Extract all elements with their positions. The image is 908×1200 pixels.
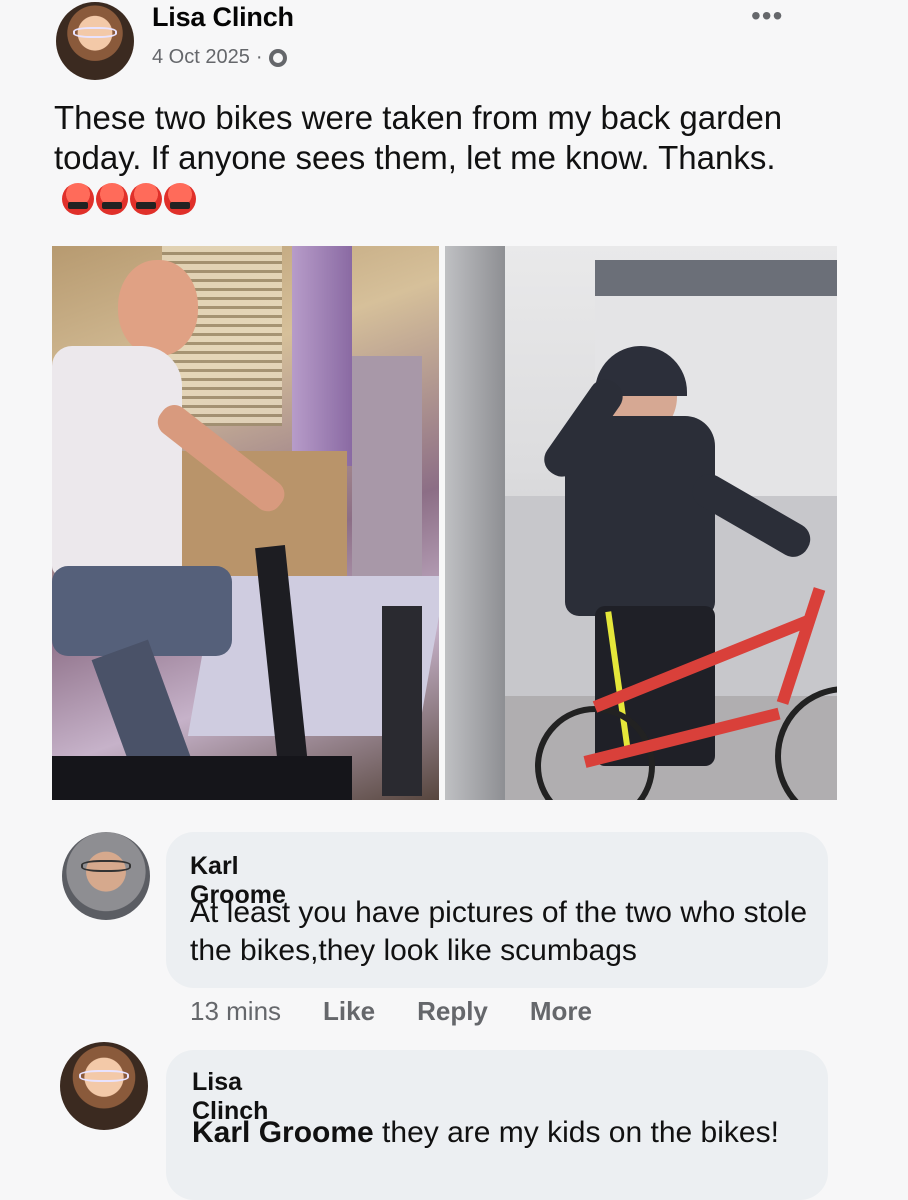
avatar-glasses — [73, 26, 117, 38]
commenter-avatar[interactable] — [62, 832, 150, 920]
house-roof — [595, 260, 837, 296]
post-text: These two bikes were taken from my back … — [54, 98, 874, 218]
more-horizontal-icon[interactable]: ••• — [751, 2, 783, 30]
photo-red-bike[interactable] — [445, 246, 837, 800]
comment-text: At least you have pictures of the two wh… — [190, 896, 808, 967]
author-avatar[interactable] — [56, 2, 134, 80]
exercise-bike-base — [52, 756, 352, 800]
post-body: These two bikes were taken from my back … — [54, 99, 783, 176]
post-date[interactable]: 4 Oct 2025 — [152, 46, 250, 69]
person-shirt — [52, 346, 182, 576]
shelf — [352, 356, 422, 606]
post-meta: 4 Oct 2025 · — [152, 46, 287, 69]
curtain — [292, 246, 352, 466]
reply-button[interactable]: Reply — [417, 996, 488, 1027]
reply-mention[interactable]: Karl Groome — [192, 1116, 374, 1149]
comment-time[interactable]: 13 mins — [190, 996, 281, 1027]
angry-face-icon — [130, 183, 162, 215]
photo-exercise-bike[interactable] — [52, 246, 439, 800]
emoji-row — [62, 183, 196, 215]
reply-avatar[interactable] — [60, 1042, 148, 1130]
reply-text: Karl Groome they are my kids on the bike… — [192, 1114, 802, 1152]
like-button[interactable]: Like — [323, 996, 375, 1027]
reply-body: they are my kids on the bikes! — [373, 1116, 779, 1149]
post-header: Lisa Clinch 4 Oct 2025 · ••• — [56, 0, 896, 80]
more-button[interactable]: More — [530, 996, 592, 1027]
angry-face-icon — [96, 183, 128, 215]
post-author-name[interactable]: Lisa Clinch — [152, 2, 294, 33]
post-photos — [52, 246, 837, 800]
globe-icon — [268, 48, 287, 67]
angry-face-icon — [62, 183, 94, 215]
meta-separator: · — [255, 46, 263, 68]
avatar-glasses — [81, 860, 131, 873]
person-head — [118, 260, 198, 356]
comment-actions: 13 mins Like Reply More — [190, 996, 592, 1027]
avatar-glasses — [79, 1070, 129, 1083]
chair-leg — [382, 606, 422, 796]
door-frame — [445, 246, 505, 800]
angry-face-icon — [164, 183, 196, 215]
facebook-post-card: Lisa Clinch 4 Oct 2025 · ••• These two b… — [0, 0, 908, 1200]
